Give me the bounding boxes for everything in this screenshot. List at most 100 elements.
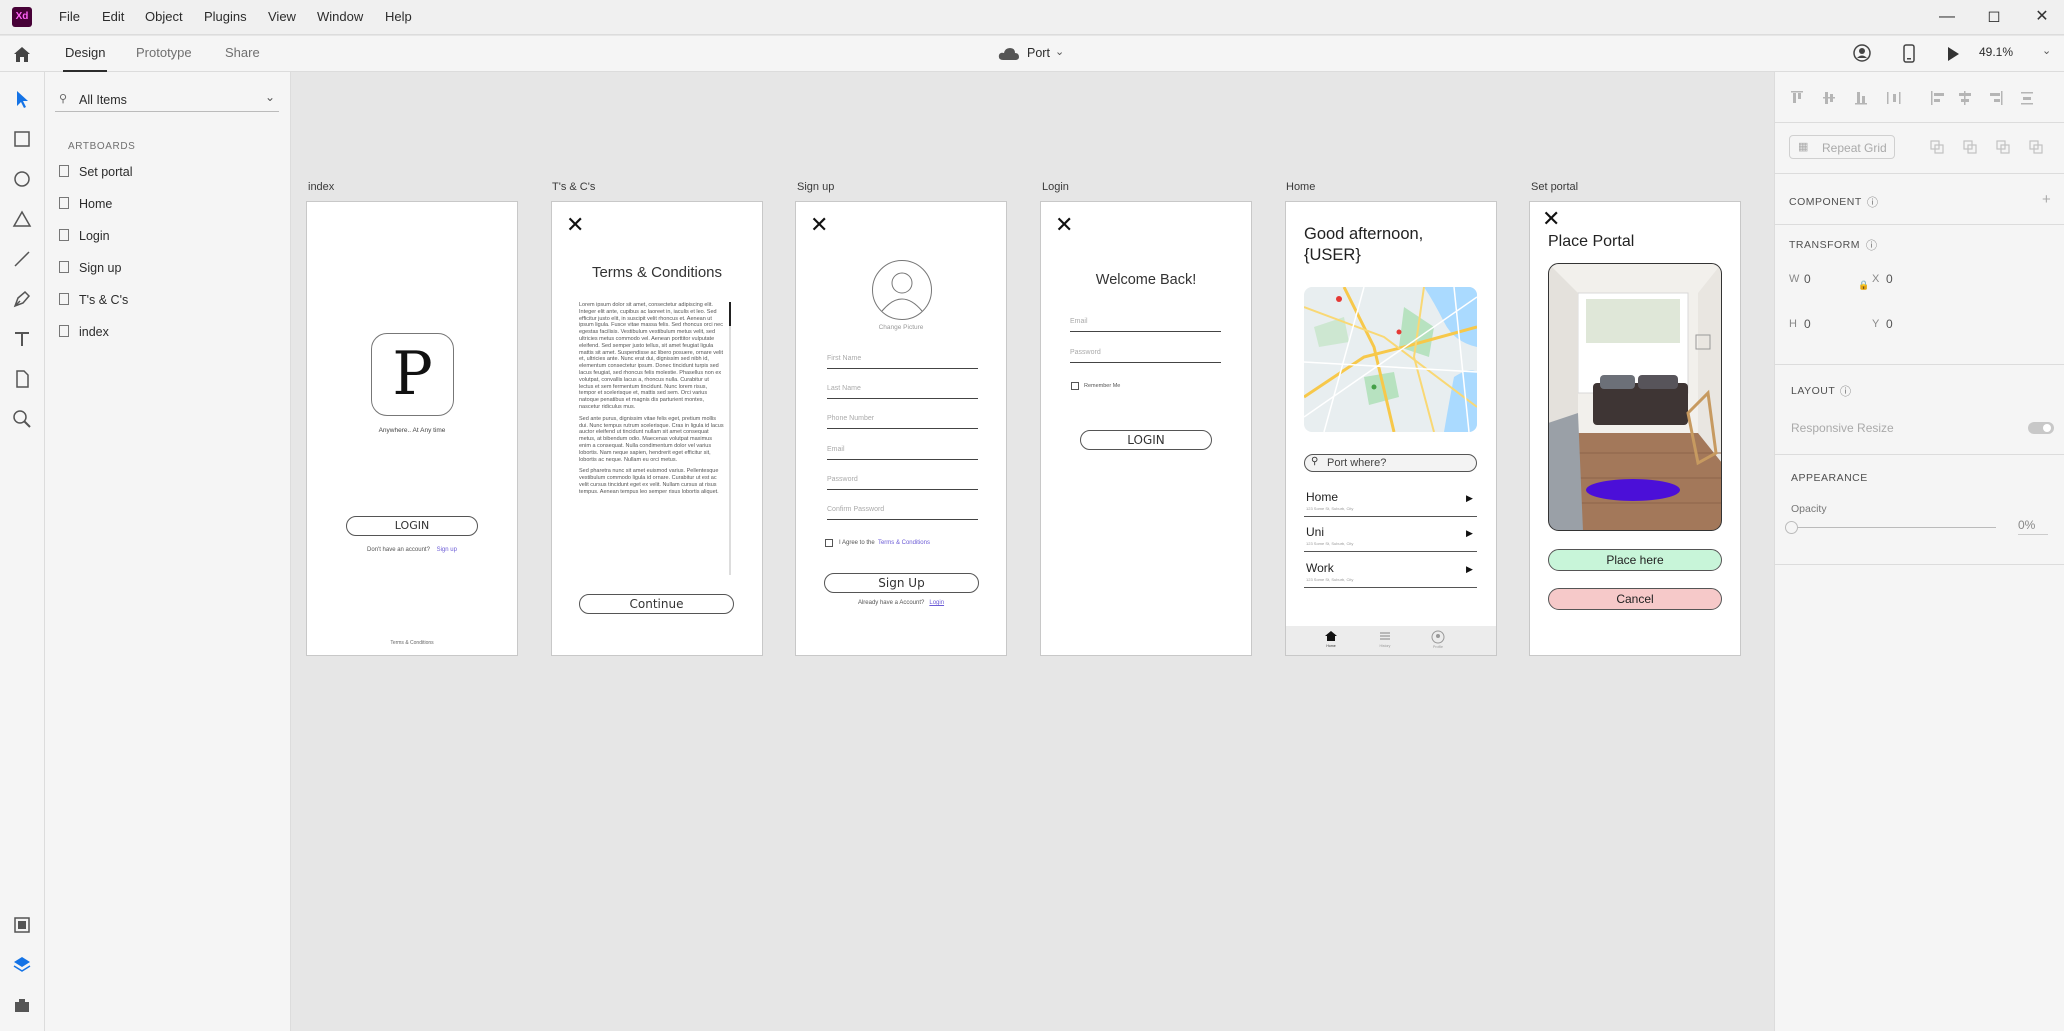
boolean-ops-icons[interactable] [1929, 139, 2049, 155]
layer-item-index[interactable]: index [59, 325, 109, 339]
layer-item-tcs[interactable]: T's & C's [59, 293, 128, 307]
nav-home[interactable]: Home [1324, 630, 1338, 648]
menu-window[interactable]: Window [317, 9, 363, 24]
zoom-level[interactable]: 49.1% [1979, 45, 2013, 59]
cancel-button[interactable]: Cancel [1548, 588, 1722, 610]
layer-item-set-portal[interactable]: Set portal [59, 165, 133, 179]
tab-prototype[interactable]: Prototype [136, 45, 192, 60]
document-title[interactable]: Port [1027, 46, 1050, 60]
signup-button[interactable]: Sign Up [824, 573, 979, 593]
plugins-icon[interactable] [11, 994, 33, 1016]
menu-edit[interactable]: Edit [102, 9, 124, 24]
artboard-tcs[interactable]: ✕ Terms & Conditions Lorem ipsum dolor s… [551, 201, 763, 656]
artboard-set-portal[interactable]: ✕ Place Portal Place here Cancel [1529, 201, 1741, 656]
zoom-chevron-down-icon[interactable]: ⌄ [2042, 44, 2051, 57]
password-field[interactable]: Password [827, 476, 978, 490]
agree-checkbox[interactable] [825, 539, 833, 547]
repeat-grid-button[interactable]: ▦ Repeat Grid [1789, 135, 1895, 159]
place-here-button[interactable]: Place here [1548, 549, 1722, 571]
add-component-icon[interactable]: + [2042, 191, 2051, 208]
menu-plugins[interactable]: Plugins [204, 9, 247, 24]
room-camera-view[interactable] [1548, 263, 1722, 531]
artboard-index[interactable]: P Anywhere.. At Any time LOGIN Don't hav… [306, 201, 518, 656]
place-row-home[interactable]: Home 123 Some St, Suburb, City ▶ [1304, 490, 1477, 517]
x-input[interactable]: 0 [1886, 272, 1893, 286]
opacity-slider[interactable] [1785, 521, 1996, 534]
zoom-tool-icon[interactable] [11, 408, 33, 430]
y-input[interactable]: 0 [1886, 317, 1893, 331]
close-window-icon[interactable]: ✕ [2027, 6, 2057, 28]
place-row-uni[interactable]: Uni 123 Some St, Suburb, City ▶ [1304, 525, 1477, 552]
layer-item-login[interactable]: Login [59, 229, 110, 243]
close-icon[interactable]: ✕ [1542, 208, 1560, 230]
close-icon[interactable]: ✕ [1055, 214, 1073, 236]
line-tool-icon[interactable] [11, 248, 33, 270]
select-tool-icon[interactable] [11, 88, 33, 110]
play-icon[interactable] [1946, 46, 1960, 62]
layer-filter[interactable]: ⚲ All Items ⌄ [55, 90, 279, 112]
artboard-label-login[interactable]: Login [1042, 181, 1069, 193]
layer-item-home[interactable]: Home [59, 197, 112, 211]
close-icon[interactable]: ✕ [566, 214, 584, 236]
signup-link[interactable]: Sign up [437, 547, 457, 553]
artboard-tool-icon[interactable] [11, 368, 33, 390]
tab-share[interactable]: Share [225, 45, 260, 60]
artboard-label-tcs[interactable]: T's & C's [552, 181, 595, 193]
terms-scrollbar[interactable] [729, 302, 731, 575]
last-name-field[interactable]: Last Name [827, 385, 978, 399]
terms-link[interactable]: Terms & Conditions [307, 640, 517, 646]
pen-tool-icon[interactable] [11, 288, 33, 310]
phone-number-field[interactable]: Phone Number [827, 415, 978, 429]
confirm-password-field[interactable]: Confirm Password [827, 506, 978, 520]
home-icon[interactable] [12, 45, 32, 63]
place-row-work[interactable]: Work 123 Some St, Suburb, City ▶ [1304, 561, 1477, 588]
user-share-icon[interactable] [1853, 44, 1871, 62]
opacity-slider-thumb[interactable] [1785, 521, 1798, 534]
login-button[interactable]: LOGIN [346, 516, 478, 536]
login-password-field[interactable]: Password [1070, 349, 1221, 363]
close-icon[interactable]: ✕ [810, 214, 828, 236]
canvas[interactable]: index T's & C's Sign up Login Home Set p… [291, 72, 1774, 1031]
avatar-placeholder-icon[interactable] [871, 259, 933, 321]
login-email-field[interactable]: Email [1070, 318, 1221, 332]
search-bar[interactable]: ⚲ Port where? [1304, 454, 1477, 472]
tab-design[interactable]: Design [62, 45, 108, 72]
layer-item-sign-up[interactable]: Sign up [59, 261, 121, 275]
email-field[interactable]: Email [827, 446, 978, 460]
info-icon[interactable]: ⓘ [1840, 383, 1851, 399]
menu-help[interactable]: Help [385, 9, 412, 24]
artboard-login[interactable]: ✕ Welcome Back! Email Password Remember … [1040, 201, 1252, 656]
info-icon[interactable]: ⓘ [1867, 194, 1878, 210]
width-input[interactable]: 0 [1804, 272, 1811, 286]
artboard-home[interactable]: Good afternoon, {USER} ⚲ Port where? Hom… [1285, 201, 1497, 656]
minimize-icon[interactable]: — [1932, 6, 1962, 28]
assets-icon[interactable] [11, 914, 33, 936]
lock-aspect-icon[interactable]: 🔒 [1858, 280, 1869, 291]
text-tool-icon[interactable] [11, 328, 33, 350]
maximize-icon[interactable]: ◻ [1979, 6, 2009, 28]
opacity-input[interactable]: 0% [2018, 518, 2035, 532]
first-name-field[interactable]: First Name [827, 355, 978, 369]
artboard-label-index[interactable]: index [308, 181, 334, 193]
continue-button[interactable]: Continue [579, 594, 734, 614]
height-input[interactable]: 0 [1804, 317, 1811, 331]
login-button[interactable]: LOGIN [1080, 430, 1212, 450]
nav-profile[interactable]: Profile [1431, 630, 1445, 649]
layers-icon[interactable] [11, 954, 33, 976]
responsive-resize-toggle[interactable] [2028, 422, 2054, 434]
nav-history[interactable]: History [1378, 630, 1392, 648]
rectangle-tool-icon[interactable] [11, 128, 33, 150]
artboard-label-home[interactable]: Home [1286, 181, 1315, 193]
map-image[interactable] [1304, 287, 1477, 432]
login-link[interactable]: Login [929, 600, 944, 606]
artboard-label-signup[interactable]: Sign up [797, 181, 834, 193]
menu-view[interactable]: View [268, 9, 296, 24]
change-picture-link[interactable]: Change Picture [796, 324, 1006, 331]
chevron-down-icon[interactable]: ⌄ [1055, 45, 1064, 58]
remember-checkbox[interactable] [1071, 382, 1079, 390]
artboard-label-set-portal[interactable]: Set portal [1531, 181, 1578, 193]
polygon-tool-icon[interactable] [11, 208, 33, 230]
info-icon[interactable]: ⓘ [1866, 237, 1877, 253]
menu-file[interactable]: File [59, 9, 80, 24]
terms-link[interactable]: Terms & Conditions [878, 540, 930, 546]
